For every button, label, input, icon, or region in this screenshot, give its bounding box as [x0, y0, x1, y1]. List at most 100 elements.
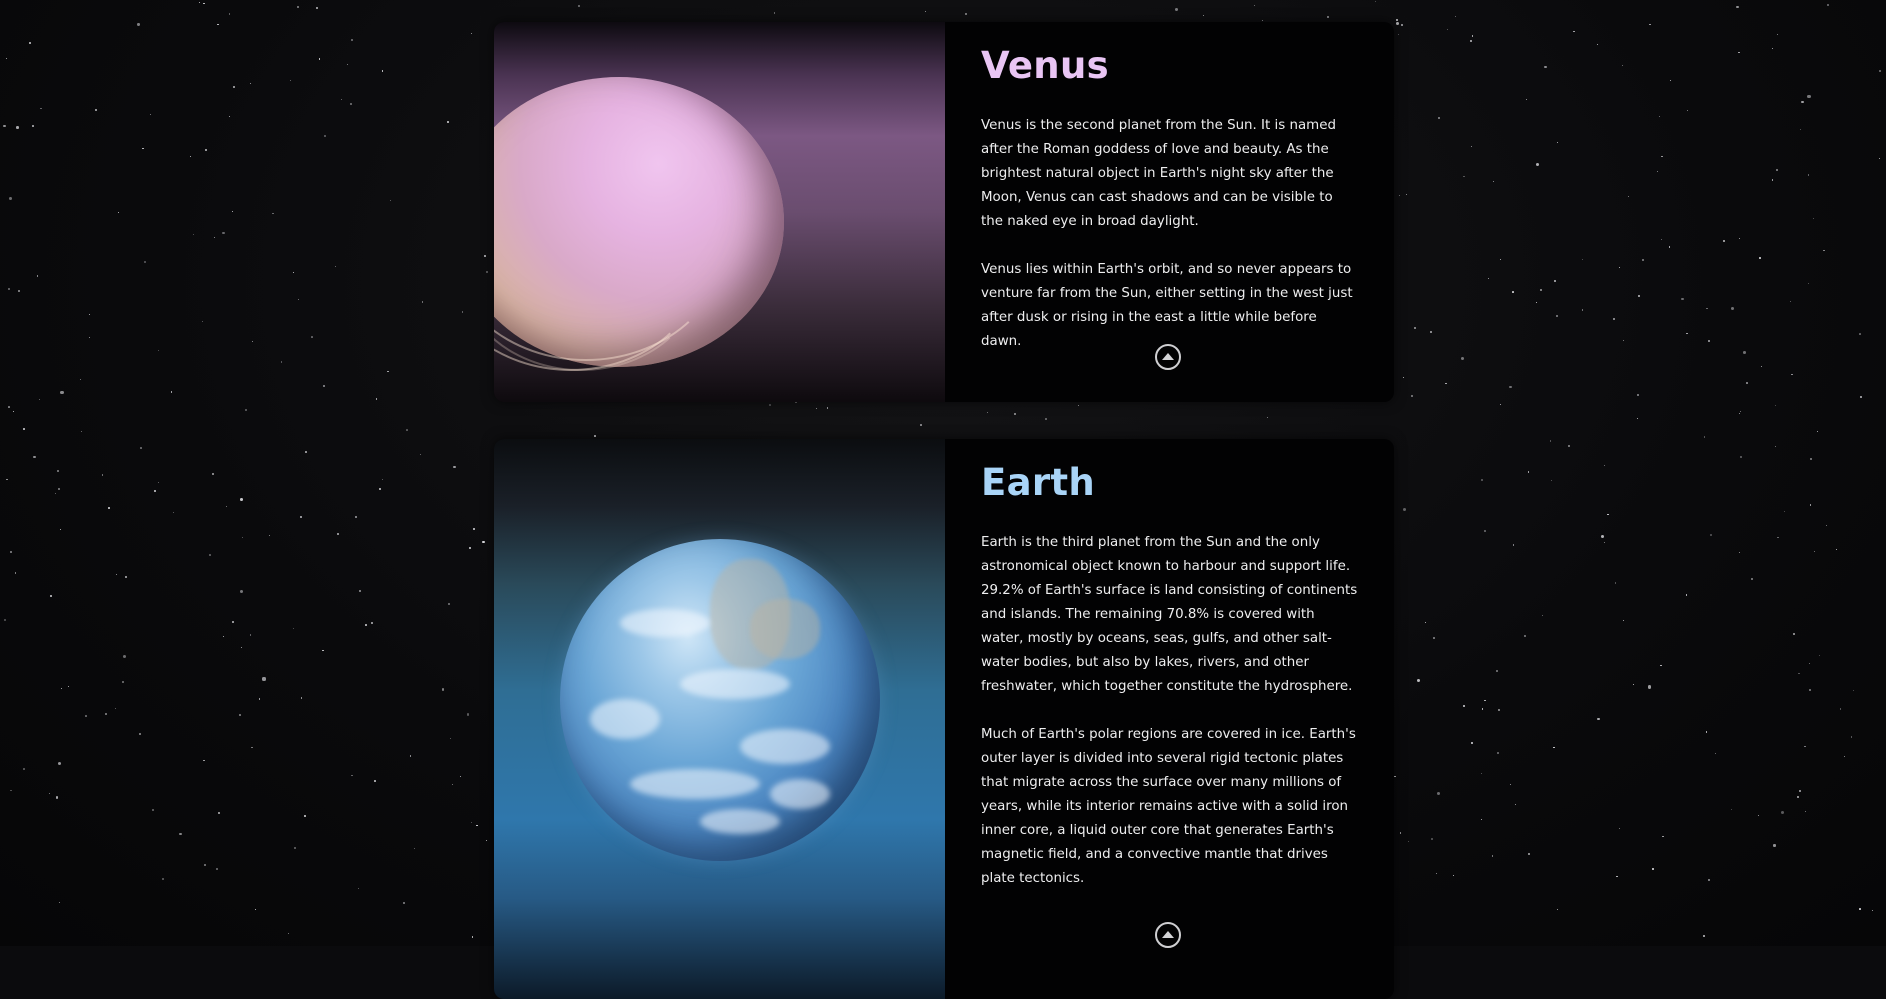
- star: [58, 488, 61, 491]
- star: [1471, 145, 1473, 147]
- star: [228, 13, 231, 15]
- star: [1669, 79, 1672, 82]
- star: [1480, 819, 1482, 821]
- star: [365, 624, 367, 626]
- star: [211, 473, 214, 476]
- star: [1637, 394, 1640, 397]
- star: [1723, 239, 1726, 242]
- star: [1471, 35, 1473, 37]
- star: [1553, 746, 1556, 749]
- scroll-top-button[interactable]: [1155, 922, 1181, 948]
- star: [1401, 23, 1404, 26]
- star: [1524, 635, 1527, 638]
- chevron-up-icon: [1162, 930, 1174, 938]
- star: [3, 124, 6, 127]
- star: [289, 80, 292, 82]
- planet-description: Earth is the third planet from the Sun a…: [981, 535, 1358, 694]
- star: [484, 255, 486, 257]
- star: [1705, 731, 1708, 733]
- star: [472, 527, 475, 530]
- star: [1557, 908, 1559, 910]
- star: [249, 634, 252, 636]
- star: [1739, 237, 1741, 239]
- star: [1512, 291, 1514, 293]
- star: [139, 446, 142, 449]
- star: [67, 685, 69, 687]
- star: [1771, 179, 1774, 181]
- star: [114, 707, 116, 710]
- star: [1739, 552, 1741, 554]
- star: [1452, 874, 1455, 877]
- star: [55, 796, 58, 799]
- star: [88, 313, 91, 316]
- star: [293, 846, 296, 849]
- star: [323, 384, 326, 388]
- star: [7, 287, 10, 290]
- star: [1550, 440, 1552, 442]
- star: [1796, 796, 1799, 799]
- star: [3, 619, 6, 622]
- star: [23, 768, 25, 770]
- star: [208, 553, 211, 556]
- star: [964, 13, 967, 16]
- star: [1500, 259, 1502, 261]
- star: [1703, 935, 1706, 938]
- star: [1596, 44, 1599, 46]
- star: [1750, 578, 1753, 581]
- star: [1807, 94, 1811, 98]
- star: [355, 515, 358, 518]
- star: [406, 429, 408, 431]
- star: [190, 156, 192, 158]
- star: [467, 713, 470, 716]
- star: [272, 212, 274, 215]
- earth-text-panel: Earth Earth is the third planet from the…: [945, 439, 1394, 999]
- star: [1742, 351, 1746, 354]
- star: [1509, 783, 1512, 786]
- star: [1647, 685, 1652, 689]
- star: [137, 23, 140, 26]
- star: [250, 83, 252, 85]
- star: [192, 234, 194, 236]
- star: [203, 2, 205, 5]
- star: [1600, 535, 1604, 539]
- star: [422, 301, 424, 303]
- star: [216, 867, 218, 870]
- star: [50, 594, 53, 597]
- star: [251, 340, 253, 342]
- star: [10, 550, 13, 553]
- star: [1496, 751, 1500, 754]
- star: [1632, 683, 1635, 685]
- star: [1652, 868, 1654, 870]
- scroll-top-button[interactable]: [1155, 344, 1181, 370]
- star: [1746, 382, 1748, 384]
- star: [80, 379, 82, 381]
- planet-list: Venus Venus is the second planet from th…: [494, 22, 1394, 999]
- star: [409, 755, 412, 757]
- star: [158, 482, 160, 484]
- star: [231, 211, 233, 213]
- star: [1757, 814, 1759, 816]
- planet-title: Earth: [981, 461, 1096, 504]
- star: [324, 134, 327, 137]
- star: [1597, 717, 1600, 720]
- star: [23, 428, 25, 430]
- venus-text-panel: Venus Venus is the second planet from th…: [945, 22, 1394, 402]
- star: [1512, 544, 1515, 547]
- star: [1859, 333, 1861, 335]
- star: [389, 199, 392, 202]
- star: [58, 901, 61, 904]
- star: [461, 311, 464, 313]
- star: [1739, 455, 1742, 458]
- venus-image: [494, 22, 945, 402]
- star: [1637, 295, 1640, 298]
- star: [1771, 47, 1773, 49]
- star: [1777, 33, 1779, 35]
- star: [1879, 70, 1881, 73]
- star: [1662, 835, 1664, 838]
- star: [1402, 376, 1404, 378]
- star: [1484, 700, 1486, 702]
- star: [311, 336, 313, 338]
- star: [1481, 479, 1484, 482]
- star: [10, 789, 12, 792]
- star: [1581, 258, 1583, 260]
